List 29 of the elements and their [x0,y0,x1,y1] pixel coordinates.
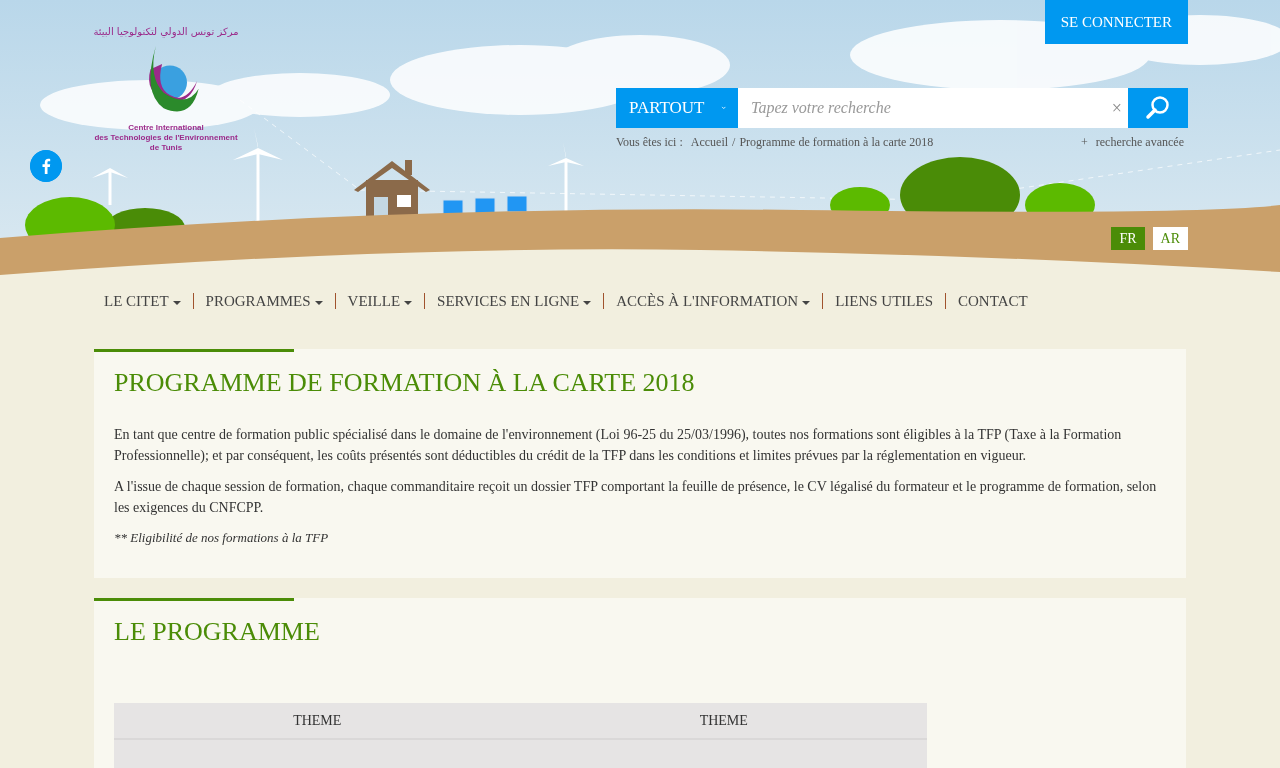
language-button[interactable]: AR [1152,227,1188,250]
breadcrumb-label: Vous êtes ici : [616,134,683,151]
plus-icon: + [1080,133,1088,151]
chevron-icon [720,104,726,112]
nav-link[interactable]: SERVICES EN LIGNE [424,293,604,309]
nav-link[interactable]: CONTACT [945,293,1040,309]
paragraph: A l'issue de chaque session de formation, chaque commanditaire reçoit un dossier TFP comportant la feuille de présence, le CV légalisé du formateur et le programme de formation, selon les exigences du CNFCPP. [114,478,1158,518]
scope-dropdown[interactable]: PARTOUT [616,88,738,128]
clear-button[interactable]: × [1105,94,1128,122]
paragraph: En tant que centre de formation public spécialisé dans le domaine de l'environnement (Loi 96-25 du 25/03/1996), toutes nos formations sont éligibles à la TFP (Taxe à la Formation Professionnelle); et par conséquent, les coûts présentés sont déductibles du crédit de la TFP dans les conditions et limites prévues par la réglementation en vigueur. [114,426,1123,466]
section-title: PROGRAMME DE FORMATION À LA CARTE 2018 [114,367,696,399]
breadcrumb-separator: / [732,134,736,151]
section-title: LE PROGRAMME [114,615,321,647]
note-text: ** Eligibilité de nos formations à la TFP [114,529,330,548]
nav-link[interactable]: VEILLE [334,293,425,309]
search-button[interactable] [1128,88,1188,128]
login-button[interactable]: SE CONNECTER [1044,0,1188,44]
advanced-search-link[interactable]: recherche avancée [1095,133,1184,151]
breadcrumb-link[interactable]: Programme de formation à la carte 2018 [739,133,934,151]
breadcrumb-link[interactable]: Accueil [690,133,729,151]
column-header: THEME [520,702,927,739]
column-header: THEME [114,702,521,739]
search-field[interactable]: Tapez votre recherche × [738,88,1128,128]
language-button[interactable]: FR [1111,227,1145,250]
search-icon [1145,95,1171,121]
nav-link[interactable]: PROGRAMMES [192,293,335,309]
nav-link[interactable]: LIENS UTILES [822,293,946,309]
nav-link[interactable]: ACCÈS À L'INFORMATION [603,293,823,309]
nav-link[interactable]: LE CITET [94,293,193,309]
